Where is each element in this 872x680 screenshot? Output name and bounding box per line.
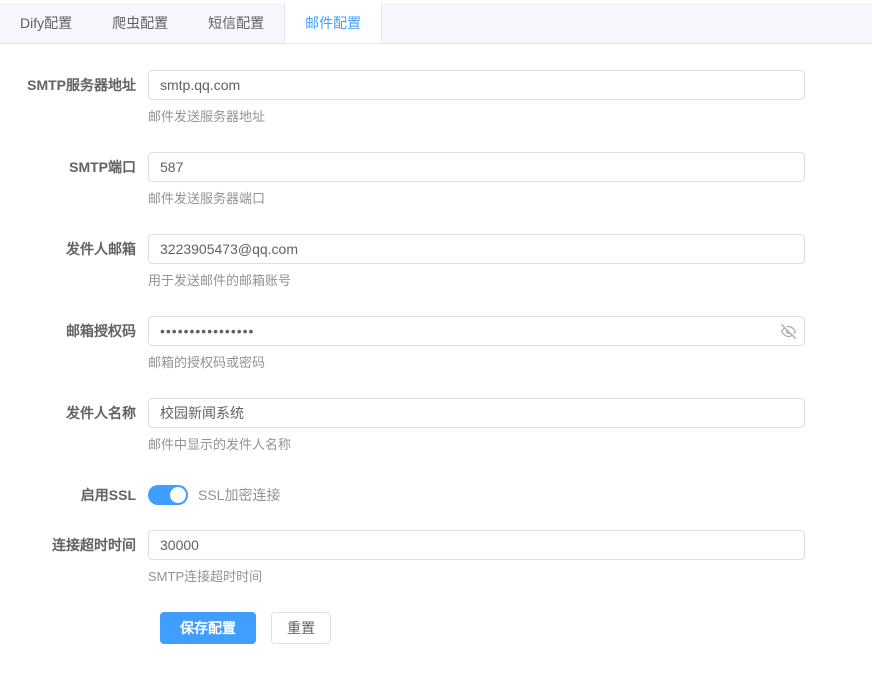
reset-button[interactable]: 重置 <box>271 612 331 644</box>
form-item-smtp-host: SMTP服务器地址 邮件发送服务器地址 <box>0 70 872 126</box>
save-config-button[interactable]: 保存配置 <box>160 612 256 644</box>
form-item-sender-name: 发件人名称 邮件中显示的发件人名称 <box>0 398 872 454</box>
sender-email-input[interactable] <box>148 234 805 264</box>
form-actions: 保存配置 重置 <box>160 612 872 644</box>
timeout-label: 连接超时时间 <box>0 530 148 560</box>
ssl-switch-description: SSL加密连接 <box>198 485 280 505</box>
smtp-port-input[interactable] <box>148 152 805 182</box>
sender-name-hint: 邮件中显示的发件人名称 <box>148 436 805 454</box>
tab-dify-config[interactable]: Dify配置 <box>0 3 92 43</box>
form-item-auth-code: 邮箱授权码 邮箱的授权码或密码 <box>0 316 872 372</box>
toggle-password-visibility-button[interactable] <box>780 323 796 339</box>
auth-code-input[interactable] <box>148 316 805 346</box>
sender-name-input[interactable] <box>148 398 805 428</box>
smtp-host-input[interactable] <box>148 70 805 100</box>
sender-email-hint: 用于发送邮件的邮箱账号 <box>148 272 805 290</box>
form-item-timeout: 连接超时时间 SMTP连接超时时间 <box>0 530 872 586</box>
smtp-host-label: SMTP服务器地址 <box>0 70 148 100</box>
switch-knob <box>170 487 186 503</box>
ssl-toggle-switch[interactable] <box>148 485 188 505</box>
auth-code-hint: 邮箱的授权码或密码 <box>148 354 805 372</box>
sender-name-label: 发件人名称 <box>0 398 148 428</box>
form-item-sender-email: 发件人邮箱 用于发送邮件的邮箱账号 <box>0 234 872 290</box>
eye-off-icon <box>781 324 796 339</box>
config-tabs: Dify配置 爬虫配置 短信配置 邮件配置 <box>0 3 872 44</box>
form-item-enable-ssl: 启用SSL SSL加密连接 <box>0 480 872 510</box>
email-config-form: SMTP服务器地址 邮件发送服务器地址 SMTP端口 邮件发送服务器端口 发件人… <box>0 44 872 644</box>
form-item-smtp-port: SMTP端口 邮件发送服务器端口 <box>0 152 872 208</box>
timeout-hint: SMTP连接超时时间 <box>148 568 805 586</box>
tab-email-config[interactable]: 邮件配置 <box>284 3 382 43</box>
smtp-host-hint: 邮件发送服务器地址 <box>148 108 805 126</box>
enable-ssl-label: 启用SSL <box>0 480 148 510</box>
smtp-port-label: SMTP端口 <box>0 152 148 182</box>
smtp-port-hint: 邮件发送服务器端口 <box>148 190 805 208</box>
sender-email-label: 发件人邮箱 <box>0 234 148 264</box>
tab-sms-config[interactable]: 短信配置 <box>188 3 284 43</box>
auth-code-label: 邮箱授权码 <box>0 316 148 346</box>
tab-crawler-config[interactable]: 爬虫配置 <box>92 3 188 43</box>
timeout-input[interactable] <box>148 530 805 560</box>
